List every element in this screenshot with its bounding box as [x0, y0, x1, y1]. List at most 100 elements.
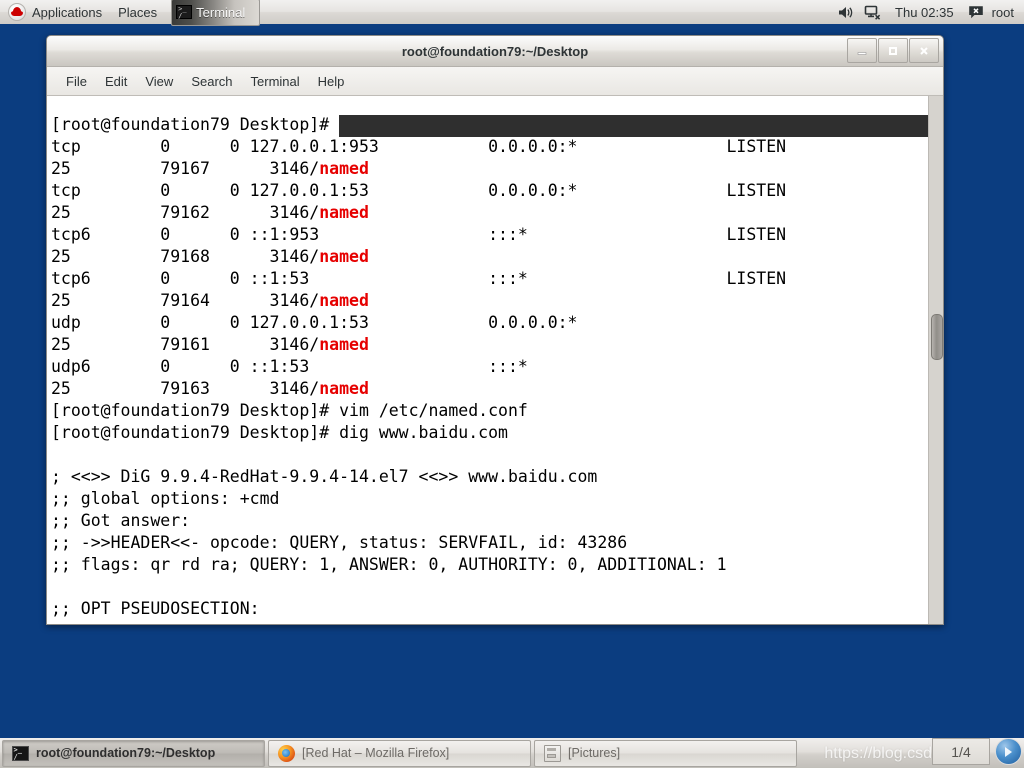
grep-match: named [319, 247, 369, 266]
terminal-text: 25 79168 3146/ [51, 247, 320, 266]
terminal-text: ;; ->>HEADER<<- opcode: QUERY, status: S… [51, 533, 628, 552]
terminal-line: tcp 0 0 127.0.0.1:953 0.0.0.0:* LISTEN [51, 136, 928, 158]
terminal-text: [root@foundation79 Desktop]# vim /etc/na… [51, 401, 528, 420]
menu-file[interactable]: File [57, 72, 96, 91]
terminal-line: 25 79161 3146/named [51, 334, 928, 356]
terminal-icon: >_ / [176, 5, 193, 20]
close-button[interactable] [909, 38, 939, 63]
terminal-line: tcp6 0 0 ::1:953 :::* LISTEN [51, 224, 928, 246]
taskbar-item-pictures[interactable]: [Pictures] [534, 739, 797, 767]
places-menu-label: Places [118, 4, 158, 20]
terminal-line: 25 79164 3146/named [51, 290, 928, 312]
taskbar-item-firefox[interactable]: [Red Hat – Mozilla Firefox] [268, 739, 531, 767]
terminal-line: ;; ->>HEADER<<- opcode: QUERY, status: S… [51, 532, 928, 554]
terminal-line: ;; Got answer: [51, 510, 928, 532]
title-bar[interactable]: root@foundation79:~/Desktop [47, 36, 943, 67]
taskbar-item-terminal-label: root@foundation79:~/Desktop [36, 746, 216, 760]
menu-bar: File Edit View Search Terminal Help [47, 67, 943, 96]
clock[interactable]: Thu 02:35 [887, 5, 962, 20]
terminal-text: ;; OPT PSEUDOSECTION: [51, 599, 260, 618]
applications-menu-label: Applications [32, 4, 103, 20]
menu-view[interactable]: View [136, 72, 182, 91]
volume-icon[interactable] [835, 3, 855, 21]
terminal-line: ; <<>> DiG 9.9.4-RedHat-9.9.4-14.el7 <<>… [51, 466, 928, 488]
terminal-text: 25 79167 3146/ [51, 159, 320, 178]
grep-match: named [319, 335, 369, 354]
minimize-button[interactable] [847, 38, 877, 63]
menu-search[interactable]: Search [182, 72, 241, 91]
grep-match: named [319, 291, 369, 310]
terminal-line: tcp6 0 0 ::1:53 :::* LISTEN [51, 268, 928, 290]
terminal-line [51, 444, 928, 466]
grep-match: named [319, 159, 369, 178]
workspace-switcher[interactable]: 1/4 [932, 738, 990, 765]
desktop-screen: Applications Places >_ / Terminal Thu 02… [0, 0, 1024, 768]
terminal-text-area[interactable]: [root@foundation79 Desktop]# netstat -an… [47, 96, 928, 624]
terminal-line: [root@foundation79 Desktop]# dig www.bai… [51, 422, 928, 444]
taskbar-item-firefox-label: [Red Hat – Mozilla Firefox] [302, 746, 450, 760]
terminal-text: 25 79164 3146/ [51, 291, 320, 310]
redhat-logo-icon [8, 3, 26, 21]
terminal-text: udp6 0 0 ::1:53 :::* [51, 357, 528, 376]
window-controls [846, 38, 939, 63]
terminal-text: [root@foundation79 Desktop]# dig www.bai… [51, 423, 508, 442]
terminal-window: root@foundation79:~/Desktop File Edit Vi… [46, 35, 944, 625]
terminal-output: [root@foundation79 Desktop]# netstat -an… [51, 114, 928, 620]
terminal-text: tcp6 0 0 ::1:953 :::* LISTEN [51, 225, 787, 244]
terminal-line: udp6 0 0 ::1:53 :::* [51, 356, 928, 378]
terminal-line: 25 79163 3146/named [51, 378, 928, 400]
terminal-line: ;; OPT PSEUDOSECTION: [51, 598, 928, 620]
user-icon[interactable] [966, 3, 986, 21]
window-list-item-terminal-label: Terminal [196, 4, 246, 20]
terminal-line [51, 576, 928, 598]
terminal-scrollbar[interactable] [928, 96, 943, 624]
terminal-text: ; <<>> DiG 9.9.4-RedHat-9.9.4-14.el7 <<>… [51, 467, 598, 486]
terminal-line: ;; global options: +cmd [51, 488, 928, 510]
command-highlight-bar [339, 115, 928, 137]
terminal-line: udp 0 0 127.0.0.1:53 0.0.0.0:* [51, 312, 928, 334]
terminal-text: ;; flags: qr rd ra; QUERY: 1, ANSWER: 0,… [51, 555, 727, 574]
menu-terminal[interactable]: Terminal [242, 72, 309, 91]
workspace-indicator-label: 1/4 [951, 743, 971, 760]
terminal-text: 25 79161 3146/ [51, 335, 320, 354]
terminal-line: tcp 0 0 127.0.0.1:53 0.0.0.0:* LISTEN [51, 180, 928, 202]
terminal-text: 25 79162 3146/ [51, 203, 320, 222]
file-manager-icon [543, 744, 561, 762]
menu-edit[interactable]: Edit [96, 72, 136, 91]
terminal-text: [root@foundation79 Desktop]# [51, 115, 340, 134]
window-list-item-terminal[interactable]: >_ / Terminal [171, 0, 261, 26]
firefox-icon [277, 744, 295, 762]
terminal-text: 25 79163 3146/ [51, 379, 320, 398]
panel-tray: Thu 02:35 root [831, 3, 1024, 21]
panel-username[interactable]: root [990, 5, 1014, 20]
terminal-icon: >_ / [11, 745, 29, 761]
grep-match: named [319, 203, 369, 222]
maximize-button[interactable] [878, 38, 908, 63]
taskbar-item-pictures-label: [Pictures] [568, 746, 621, 760]
window-title: root@foundation79:~/Desktop [401, 43, 589, 59]
taskbar: >_ / root@foundation79:~/Desktop [Red Hat… [0, 735, 1024, 768]
terminal-text: udp 0 0 127.0.0.1:53 0.0.0.0:* [51, 313, 578, 332]
terminal-line: 25 79162 3146/named [51, 202, 928, 224]
top-panel: Applications Places >_ / Terminal Thu 02… [0, 0, 1024, 27]
terminal-scrollbar-thumb[interactable] [931, 314, 943, 360]
taskbar-item-terminal[interactable]: >_ / root@foundation79:~/Desktop [2, 739, 265, 767]
terminal-text: tcp 0 0 127.0.0.1:53 0.0.0.0:* LISTEN [51, 181, 787, 200]
grep-match: named [319, 379, 369, 398]
show-desktop-icon[interactable] [995, 738, 1022, 765]
places-menu[interactable]: Places [110, 0, 165, 26]
terminal-body: [root@foundation79 Desktop]# netstat -an… [47, 96, 943, 624]
terminal-line: ;; flags: qr rd ra; QUERY: 1, ANSWER: 0,… [51, 554, 928, 576]
terminal-line: 25 79167 3146/named [51, 158, 928, 180]
network-disconnected-icon[interactable] [863, 3, 883, 21]
terminal-line: [root@foundation79 Desktop]# vim /etc/na… [51, 400, 928, 422]
menu-help[interactable]: Help [309, 72, 354, 91]
terminal-text: ;; global options: +cmd [51, 489, 280, 508]
applications-menu[interactable]: Applications [0, 0, 110, 26]
terminal-text: tcp 0 0 127.0.0.1:953 0.0.0.0:* LISTEN [51, 137, 787, 156]
terminal-text: ;; Got answer: [51, 511, 191, 530]
terminal-line: 25 79168 3146/named [51, 246, 928, 268]
terminal-text: tcp6 0 0 ::1:53 :::* LISTEN [51, 269, 787, 288]
